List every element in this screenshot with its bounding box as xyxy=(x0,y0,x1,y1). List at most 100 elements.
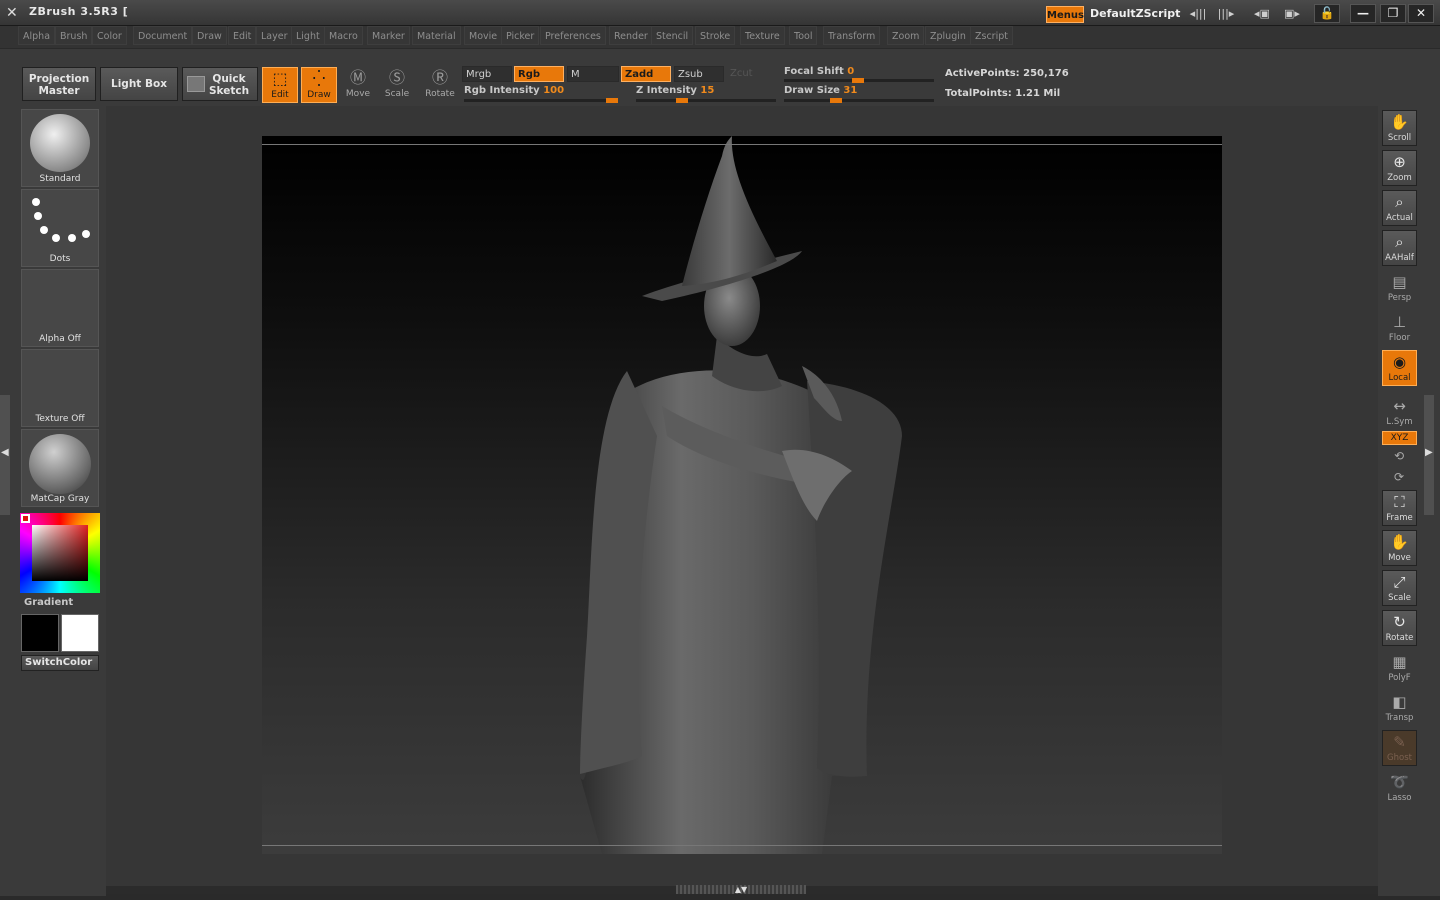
menu-brush[interactable]: Brush xyxy=(55,26,93,45)
menu-transform[interactable]: Transform xyxy=(823,26,881,45)
aahalf-button[interactable]: ⌕ AAHalf xyxy=(1382,230,1417,266)
next-layout-icon[interactable]: |||▸ xyxy=(1214,6,1238,22)
edit-label: Edit xyxy=(271,90,289,100)
menu-texture[interactable]: Texture xyxy=(740,26,785,45)
rotate-y-axis-icon[interactable]: ⟲ xyxy=(1394,449,1404,463)
bottom-tray-handle[interactable]: ▲▼ xyxy=(676,885,806,894)
restore-icon[interactable]: ❐ xyxy=(1380,4,1406,23)
previous-color-scheme-icon[interactable]: ◂▣ xyxy=(1250,6,1274,22)
rgb-toggle[interactable]: Rgb xyxy=(514,66,564,82)
menu-movie[interactable]: Movie xyxy=(464,26,503,45)
rgb-intensity-track[interactable] xyxy=(464,98,618,103)
rotate-z-axis-icon[interactable]: ⟳ xyxy=(1394,470,1404,484)
alpha-selector[interactable]: Alpha Off xyxy=(21,269,99,347)
gradient-label[interactable]: Gradient xyxy=(24,597,73,608)
floor-button[interactable]: ⊥ Floor xyxy=(1382,310,1417,346)
persp-button[interactable]: ▤ Persp xyxy=(1382,270,1417,306)
transp-button[interactable]: ◧ Transp xyxy=(1382,690,1417,726)
quick-sketch-button[interactable]: Quick Sketch xyxy=(182,67,258,101)
draw-size-slider[interactable]: Draw Size 31 xyxy=(784,85,857,96)
menu-zoom[interactable]: Zoom xyxy=(887,26,925,45)
menu-tool[interactable]: Tool xyxy=(789,26,818,45)
menu-stroke[interactable]: Stroke xyxy=(695,26,736,45)
menu-draw[interactable]: Draw xyxy=(192,26,227,45)
scale-view-button[interactable]: ⤢ Scale xyxy=(1382,570,1417,606)
rotate-mode-button[interactable]: Ⓡ Rotate xyxy=(421,67,459,103)
switch-color-button[interactable]: SwitchColor xyxy=(21,655,99,671)
z-intensity-slider[interactable]: Z Intensity 15 xyxy=(636,85,714,96)
texture-selector[interactable]: Texture Off xyxy=(21,349,99,427)
ghost-button[interactable]: ✎ Ghost xyxy=(1382,730,1417,766)
brush-selector[interactable]: Standard xyxy=(21,109,99,187)
local-button[interactable]: ◉ Local xyxy=(1382,350,1417,386)
zcut-toggle[interactable]: Zcut xyxy=(727,66,777,82)
menu-document[interactable]: Document xyxy=(133,26,193,45)
projection-master-button[interactable]: Projection Master xyxy=(22,67,96,101)
zadd-toggle[interactable]: Zadd xyxy=(621,66,671,82)
rotate-view-button[interactable]: ↻ Rotate xyxy=(1382,610,1417,646)
rgb-intensity-slider[interactable]: Rgb Intensity 100 xyxy=(464,85,564,96)
scale-view-label: Scale xyxy=(1388,593,1411,603)
z-intensity-knob[interactable] xyxy=(676,98,688,103)
color-saturation-square[interactable] xyxy=(32,525,88,581)
material-selector[interactable]: MatCap Gray xyxy=(21,429,99,507)
menu-color[interactable]: Color xyxy=(92,26,127,45)
minimize-icon[interactable]: — xyxy=(1350,4,1376,23)
menu-preferences[interactable]: Preferences xyxy=(540,26,606,45)
secondary-color-swatch[interactable] xyxy=(61,614,99,652)
menu-zplugin[interactable]: Zplugin xyxy=(925,26,971,45)
edit-mode-button[interactable]: ⬚ Edit xyxy=(262,67,298,103)
actual-button[interactable]: ⌕ Actual xyxy=(1382,190,1417,226)
menus-toggle-button[interactable]: Menus xyxy=(1046,6,1084,23)
color-picker[interactable] xyxy=(20,513,100,593)
stroke-selector[interactable]: Dots xyxy=(21,189,99,267)
document-canvas[interactable] xyxy=(262,136,1222,854)
chevron-left-icon: ◀ xyxy=(1,447,9,458)
next-color-scheme-icon[interactable]: ▣▸ xyxy=(1280,6,1304,22)
draw-mode-button[interactable]: ⁛ Draw xyxy=(301,67,337,103)
draw-size-track[interactable] xyxy=(784,98,934,103)
move-view-button[interactable]: ✋ Move xyxy=(1382,530,1417,566)
right-tray-toggle[interactable]: ▶ xyxy=(1424,395,1434,515)
menu-alpha[interactable]: Alpha xyxy=(18,26,56,45)
main-color-swatch[interactable] xyxy=(21,614,59,652)
menu-render[interactable]: Render xyxy=(609,26,653,45)
menu-macro[interactable]: Macro xyxy=(324,26,363,45)
menu-light[interactable]: Light xyxy=(291,26,325,45)
draw-size-knob[interactable] xyxy=(830,98,842,103)
zoom-button[interactable]: ⊕ Zoom xyxy=(1382,150,1417,186)
hand-move-icon: ✋ xyxy=(1390,533,1409,551)
color-picker-marker[interactable] xyxy=(21,514,30,523)
menu-marker[interactable]: Marker xyxy=(367,26,410,45)
scale-label: Scale xyxy=(384,89,410,99)
zsub-toggle[interactable]: Zsub xyxy=(674,66,724,82)
menu-layer[interactable]: Layer xyxy=(256,26,293,45)
mrgb-toggle[interactable]: Mrgb xyxy=(462,66,512,82)
previous-layout-icon[interactable]: ◂||| xyxy=(1186,6,1210,22)
close-icon[interactable]: ✕ xyxy=(1408,4,1434,23)
menu-edit[interactable]: Edit xyxy=(228,26,257,45)
default-zscript-button[interactable]: DefaultZScript xyxy=(1090,7,1180,20)
menu-picker[interactable]: Picker xyxy=(501,26,540,45)
m-toggle[interactable]: M xyxy=(567,66,619,82)
move-view-label: Move xyxy=(1388,553,1411,563)
rgb-intensity-knob[interactable] xyxy=(606,98,618,103)
menu-stencil[interactable]: Stencil xyxy=(651,26,694,45)
menu-zscript[interactable]: Zscript xyxy=(970,26,1013,45)
focal-shift-track[interactable] xyxy=(784,78,934,83)
lock-icon[interactable]: 🔓 xyxy=(1314,4,1340,23)
z-intensity-track[interactable] xyxy=(636,98,776,103)
left-tray-toggle[interactable]: ◀ xyxy=(0,395,10,515)
move-mode-button[interactable]: Ⓜ Move xyxy=(339,67,377,103)
frame-button[interactable]: ⛶ Frame xyxy=(1382,490,1417,526)
scale-mode-button[interactable]: Ⓢ Scale xyxy=(378,67,416,103)
scroll-button[interactable]: ✋ Scroll xyxy=(1382,110,1417,146)
polyf-button[interactable]: ▦ PolyF xyxy=(1382,650,1417,686)
xyz-toggle[interactable]: XYZ xyxy=(1382,431,1417,445)
lsym-button[interactable]: ↔ L.Sym xyxy=(1382,394,1417,430)
light-box-button[interactable]: Light Box xyxy=(100,67,178,101)
menu-material[interactable]: Material xyxy=(412,26,461,45)
focal-shift-knob[interactable] xyxy=(852,78,864,83)
focal-shift-slider[interactable]: Focal Shift 0 xyxy=(784,66,854,77)
lasso-button[interactable]: ➰ Lasso xyxy=(1382,770,1417,806)
